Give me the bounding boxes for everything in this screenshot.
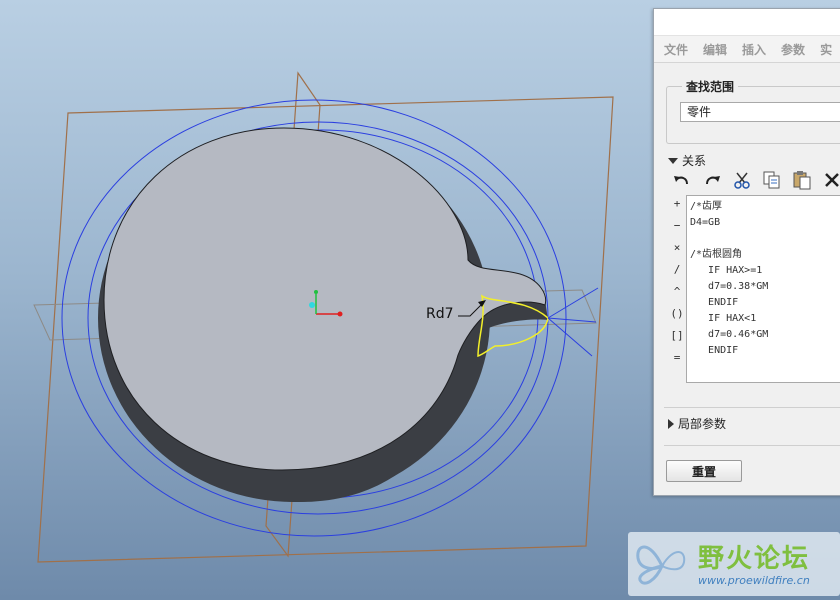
csys-z-dot xyxy=(309,302,315,308)
part-top-face[interactable] xyxy=(103,127,547,471)
relation-line xyxy=(690,231,840,247)
operator-palette: + − × / ^ () [] = xyxy=(670,197,684,373)
redo-button[interactable] xyxy=(700,169,724,191)
dialog-titlebar[interactable] xyxy=(654,9,840,36)
collapse-triangle-icon xyxy=(668,157,678,164)
operator-brackets[interactable]: [] xyxy=(670,329,684,351)
csys-x-dot xyxy=(337,311,343,317)
menu-utilities[interactable]: 实 xyxy=(820,41,832,58)
expand-triangle-icon xyxy=(668,418,674,429)
reset-button[interactable]: 重置 xyxy=(666,460,742,482)
relations-section-header[interactable]: 关系 xyxy=(668,152,706,169)
relation-line: IF HAX<1 xyxy=(690,313,757,324)
search-scope-select[interactable]: 零件 xyxy=(680,102,840,122)
delete-button[interactable] xyxy=(820,169,840,191)
watermark-title: 野火论坛 xyxy=(698,544,811,574)
relation-line: /*齿根圆角 xyxy=(690,249,743,260)
close-icon xyxy=(825,173,839,187)
paste-button[interactable] xyxy=(790,169,814,191)
operator-power[interactable]: ^ xyxy=(670,285,684,307)
local-params-label: 局部参数 xyxy=(678,417,727,431)
undo-icon xyxy=(674,176,688,185)
menu-insert[interactable]: 插入 xyxy=(742,41,766,58)
csys-y-dot xyxy=(314,290,318,294)
relation-line: d7=0.38*GM xyxy=(690,281,769,292)
relation-line: ENDIF xyxy=(690,345,739,356)
copy-icon xyxy=(763,171,780,189)
relation-line: /*齿厚 xyxy=(690,201,723,212)
menu-file[interactable]: 文件 xyxy=(664,41,688,58)
relations-toolbar xyxy=(670,169,840,191)
watermark: 野火论坛 www.proewildfire.cn xyxy=(628,532,840,596)
relations-editor[interactable]: /*齿厚 D4=GB /*齿根圆角 IF HAX>=1 d7=0.38*GM E… xyxy=(686,195,840,383)
menu-edit[interactable]: 编辑 xyxy=(703,41,727,58)
tooth-profile-line[interactable] xyxy=(547,317,597,323)
relations-header-label: 关系 xyxy=(682,154,707,168)
relation-line: IF HAX>=1 xyxy=(690,265,763,276)
menu-parameters[interactable]: 参数 xyxy=(781,41,805,58)
tooth-profile-line[interactable] xyxy=(547,287,599,319)
dialog-menubar: 文件 编辑 插入 参数 实 xyxy=(654,36,840,63)
divider xyxy=(664,445,840,446)
relation-line: D4=GB xyxy=(690,217,721,228)
redo-icon xyxy=(706,176,720,185)
operator-divide[interactable]: / xyxy=(670,263,684,285)
local-params-section-header[interactable]: 局部参数 xyxy=(668,415,726,432)
cut-button[interactable] xyxy=(730,169,754,191)
scissors-icon xyxy=(734,172,750,189)
watermark-url: www.proewildfire.cn xyxy=(698,574,810,587)
operator-parentheses[interactable]: () xyxy=(670,307,684,329)
undo-button[interactable] xyxy=(670,169,694,191)
divider xyxy=(664,407,840,408)
relations-dialog: 文件 编辑 插入 参数 实 查找范围 零件 关系 + − × / ^ () []… xyxy=(653,8,840,496)
search-scope-title: 查找范围 xyxy=(682,78,739,95)
paste-icon xyxy=(793,171,811,190)
dimension-label[interactable]: Rd7 xyxy=(426,306,454,322)
operator-minus[interactable]: − xyxy=(670,219,684,241)
operator-multiply[interactable]: × xyxy=(670,241,684,263)
relation-line: ENDIF xyxy=(690,297,739,308)
relation-line: d7=0.46*GM xyxy=(690,329,769,340)
operator-equals[interactable]: = xyxy=(670,351,684,373)
butterfly-logo-icon xyxy=(636,545,686,585)
copy-button[interactable] xyxy=(760,169,784,191)
operator-plus[interactable]: + xyxy=(670,197,684,219)
